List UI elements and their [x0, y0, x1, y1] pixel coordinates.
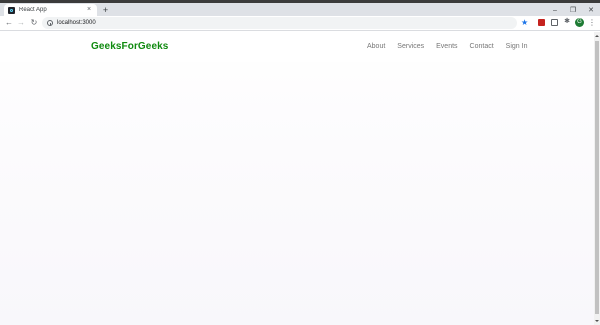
tab-title: React App	[19, 7, 47, 13]
new-tab-icon[interactable]: +	[101, 6, 110, 15]
bookmark-star-icon[interactable]: ★	[521, 18, 528, 28]
nav-link-about[interactable]: About	[367, 43, 385, 50]
close-tab-icon[interactable]: ×	[85, 6, 93, 14]
react-logo-icon	[8, 6, 15, 14]
nav-link-contact[interactable]: Contact	[470, 43, 494, 50]
browser-window: React App × + – ❐ ✕ ← → ↻ localhost:3000…	[0, 0, 600, 325]
nav-links: About Services Events Contact Sign In	[367, 43, 527, 50]
cast-icon[interactable]	[551, 19, 558, 26]
address-url[interactable]: localhost:3000	[57, 20, 96, 26]
back-arrow-icon[interactable]: ←	[4, 18, 14, 28]
nav-link-events[interactable]: Events	[436, 43, 457, 50]
info-icon[interactable]	[47, 20, 53, 26]
kebab-menu-icon[interactable]: ⋮	[588, 18, 596, 28]
scroll-up-icon[interactable]	[594, 32, 600, 40]
nav-link-services[interactable]: Services	[397, 43, 424, 50]
reload-icon[interactable]: ↻	[29, 18, 39, 28]
page-viewport: GeeksForGeeks About Services Events Cont…	[0, 32, 594, 325]
brand-logo[interactable]: GeeksForGeeks	[91, 41, 168, 52]
browser-toolbar: ← → ↻ localhost:3000 ★ ✱ G ⋮	[0, 16, 600, 31]
puzzle-extensions-icon[interactable]: ✱	[563, 18, 571, 25]
minimize-icon[interactable]: –	[550, 6, 560, 15]
extension-icon[interactable]	[538, 19, 545, 26]
scrollbar-thumb[interactable]	[595, 41, 599, 314]
close-window-icon[interactable]: ✕	[586, 6, 596, 15]
address-bar[interactable]: localhost:3000	[42, 17, 517, 29]
nav-link-sign-in[interactable]: Sign In	[506, 43, 528, 50]
vertical-scrollbar[interactable]	[594, 32, 600, 325]
profile-avatar[interactable]: G	[575, 18, 584, 27]
restore-icon[interactable]: ❐	[568, 6, 578, 15]
tab-react-app[interactable]: React App ×	[4, 4, 97, 16]
site-navbar: GeeksForGeeks About Services Events Cont…	[0, 32, 594, 62]
scroll-down-icon[interactable]	[594, 317, 600, 325]
forward-arrow-icon[interactable]: →	[16, 18, 26, 28]
tab-strip: React App × + – ❐ ✕	[0, 3, 600, 16]
